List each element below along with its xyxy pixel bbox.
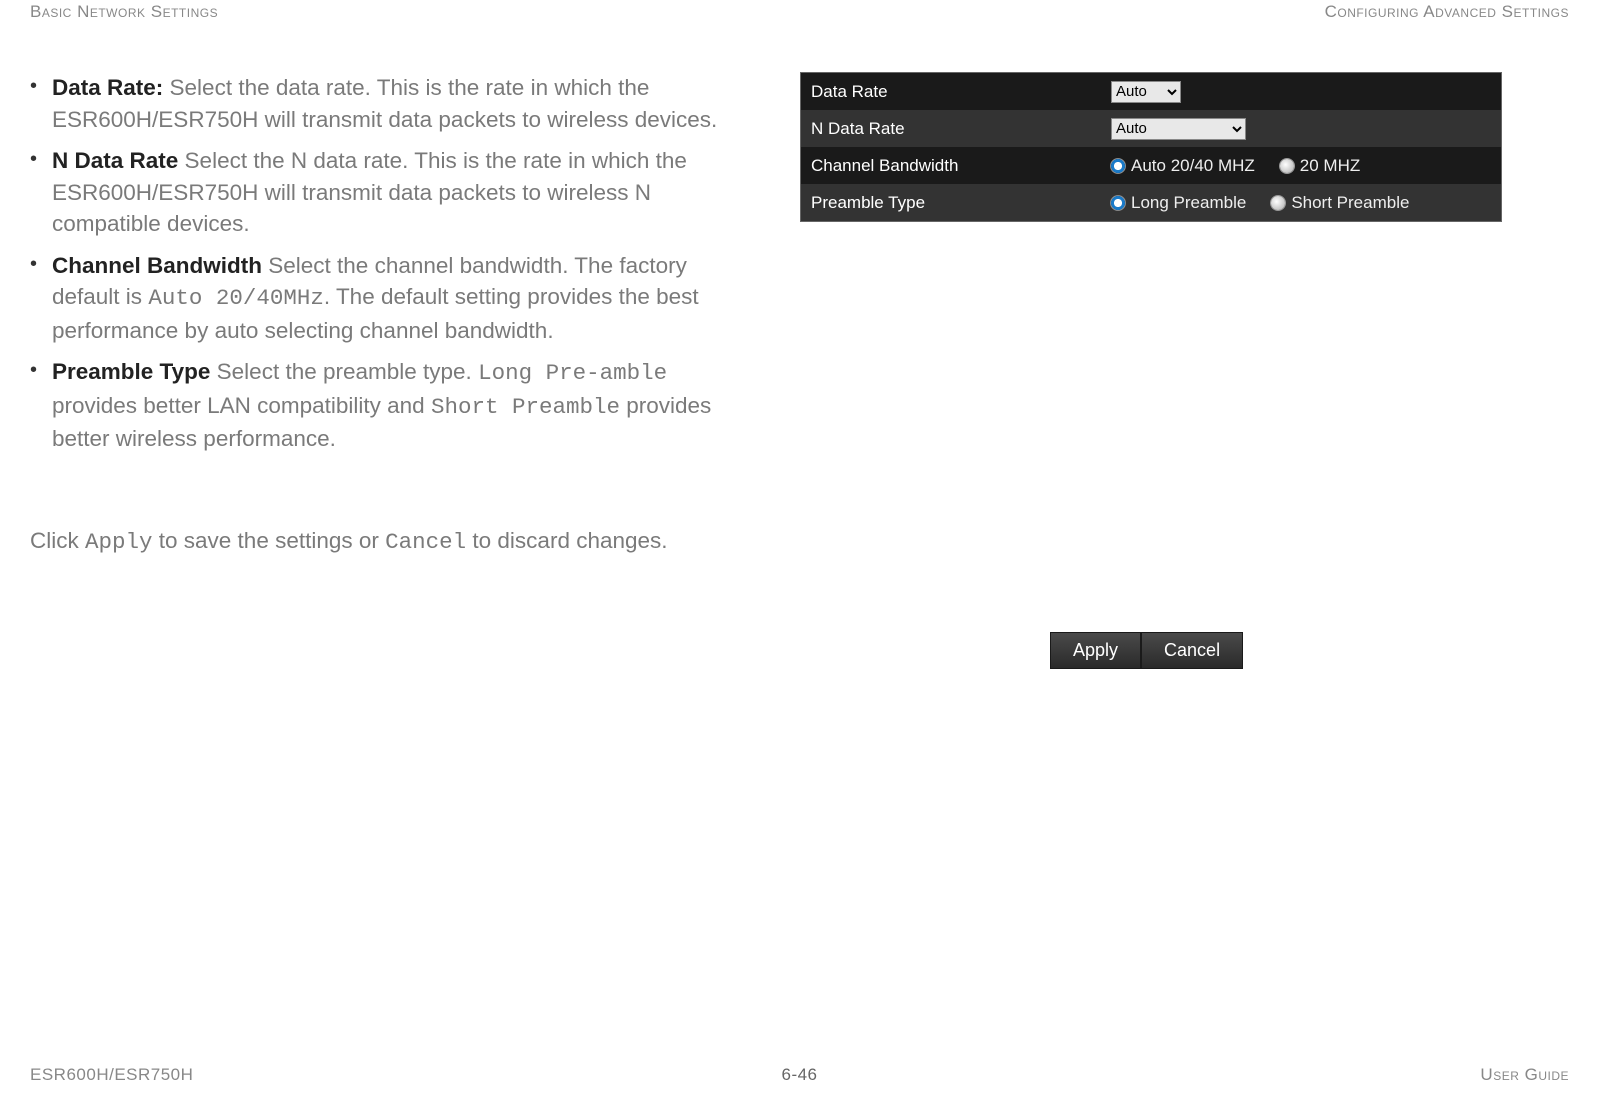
- apply-instruction: Click Apply to save the settings or Canc…: [30, 525, 750, 559]
- radio-dot-on-icon: [1111, 196, 1125, 210]
- apply-button[interactable]: Apply: [1050, 632, 1141, 669]
- term-data-rate: Data Rate:: [52, 75, 163, 100]
- page-header: Basic Network Settings Configuring Advan…: [0, 2, 1599, 22]
- radio-label-short: Short Preamble: [1291, 193, 1409, 213]
- term-n-data-rate: N Data Rate: [52, 148, 178, 173]
- apply-code: Apply: [85, 529, 153, 555]
- content-area: Data Rate: Select the data rate. This is…: [0, 22, 1599, 669]
- footer-left: ESR600H/ESR750H: [30, 1065, 193, 1085]
- header-right: Configuring Advanced Settings: [1325, 2, 1569, 22]
- apply-text-a: Click: [30, 528, 85, 553]
- radio-label-auto-2040: Auto 20/40 MHZ: [1131, 156, 1255, 176]
- radio-label-20: 20 MHZ: [1300, 156, 1360, 176]
- row-n-data-rate: N Data Rate Auto: [801, 110, 1501, 147]
- radio-20[interactable]: 20 MHZ: [1280, 156, 1360, 176]
- value-channel-bw: Auto 20/40 MHZ 20 MHZ: [1101, 156, 1501, 176]
- label-n-data-rate: N Data Rate: [801, 119, 1101, 139]
- select-n-data-rate[interactable]: Auto: [1111, 118, 1246, 140]
- radio-label-long: Long Preamble: [1131, 193, 1246, 213]
- bullet-n-data-rate: N Data Rate Select the N data rate. This…: [52, 145, 750, 240]
- bullet-channel-bw: Channel Bandwidth Select the channel ban…: [52, 250, 750, 347]
- screenshot-column: Data Rate Auto N Data Rate Auto Channel …: [800, 72, 1520, 669]
- radio-dot-off-icon: [1271, 196, 1285, 210]
- text-preamble-b: provides better LAN compatibility and: [52, 393, 431, 418]
- apply-text-c: to discard changes.: [466, 528, 667, 553]
- select-data-rate[interactable]: Auto: [1111, 81, 1181, 103]
- radio-dot-off-icon: [1280, 159, 1294, 173]
- label-data-rate: Data Rate: [801, 82, 1101, 102]
- radio-auto-2040[interactable]: Auto 20/40 MHZ: [1111, 156, 1255, 176]
- footer-right: User Guide: [1480, 1065, 1569, 1085]
- value-n-data-rate: Auto: [1101, 118, 1501, 140]
- code-preamble-a: Long Pre-amble: [478, 360, 667, 386]
- value-preamble: Long Preamble Short Preamble: [1101, 193, 1501, 213]
- label-preamble: Preamble Type: [801, 193, 1101, 213]
- term-channel-bw: Channel Bandwidth: [52, 253, 262, 278]
- apply-text-b: to save the settings or: [153, 528, 386, 553]
- cancel-button[interactable]: Cancel: [1141, 632, 1243, 669]
- radio-short-preamble[interactable]: Short Preamble: [1271, 193, 1409, 213]
- text-column: Data Rate: Select the data rate. This is…: [30, 72, 750, 669]
- bullet-data-rate: Data Rate: Select the data rate. This is…: [52, 72, 750, 135]
- row-preamble: Preamble Type Long Preamble Short Preamb…: [801, 184, 1501, 221]
- row-channel-bw: Channel Bandwidth Auto 20/40 MHZ 20 MHZ: [801, 147, 1501, 184]
- code-channel-bw: Auto 20/40MHz: [148, 285, 324, 311]
- code-preamble-b: Short Preamble: [431, 394, 620, 420]
- value-data-rate: Auto: [1101, 81, 1501, 103]
- label-channel-bw: Channel Bandwidth: [801, 156, 1101, 176]
- row-data-rate: Data Rate Auto: [801, 73, 1501, 110]
- radio-dot-on-icon: [1111, 159, 1125, 173]
- settings-table: Data Rate Auto N Data Rate Auto Channel …: [800, 72, 1502, 222]
- radio-long-preamble[interactable]: Long Preamble: [1111, 193, 1246, 213]
- cancel-code: Cancel: [385, 529, 466, 555]
- button-bar: Apply Cancel: [1050, 632, 1243, 669]
- bullet-list: Data Rate: Select the data rate. This is…: [30, 72, 750, 455]
- footer-page-number: 6-46: [781, 1065, 817, 1085]
- text-preamble-a: Select the preamble type.: [210, 359, 478, 384]
- term-preamble: Preamble Type: [52, 359, 210, 384]
- header-left: Basic Network Settings: [30, 2, 218, 22]
- page-footer: ESR600H/ESR750H 6-46 User Guide: [0, 1065, 1599, 1085]
- bullet-preamble: Preamble Type Select the preamble type. …: [52, 356, 750, 455]
